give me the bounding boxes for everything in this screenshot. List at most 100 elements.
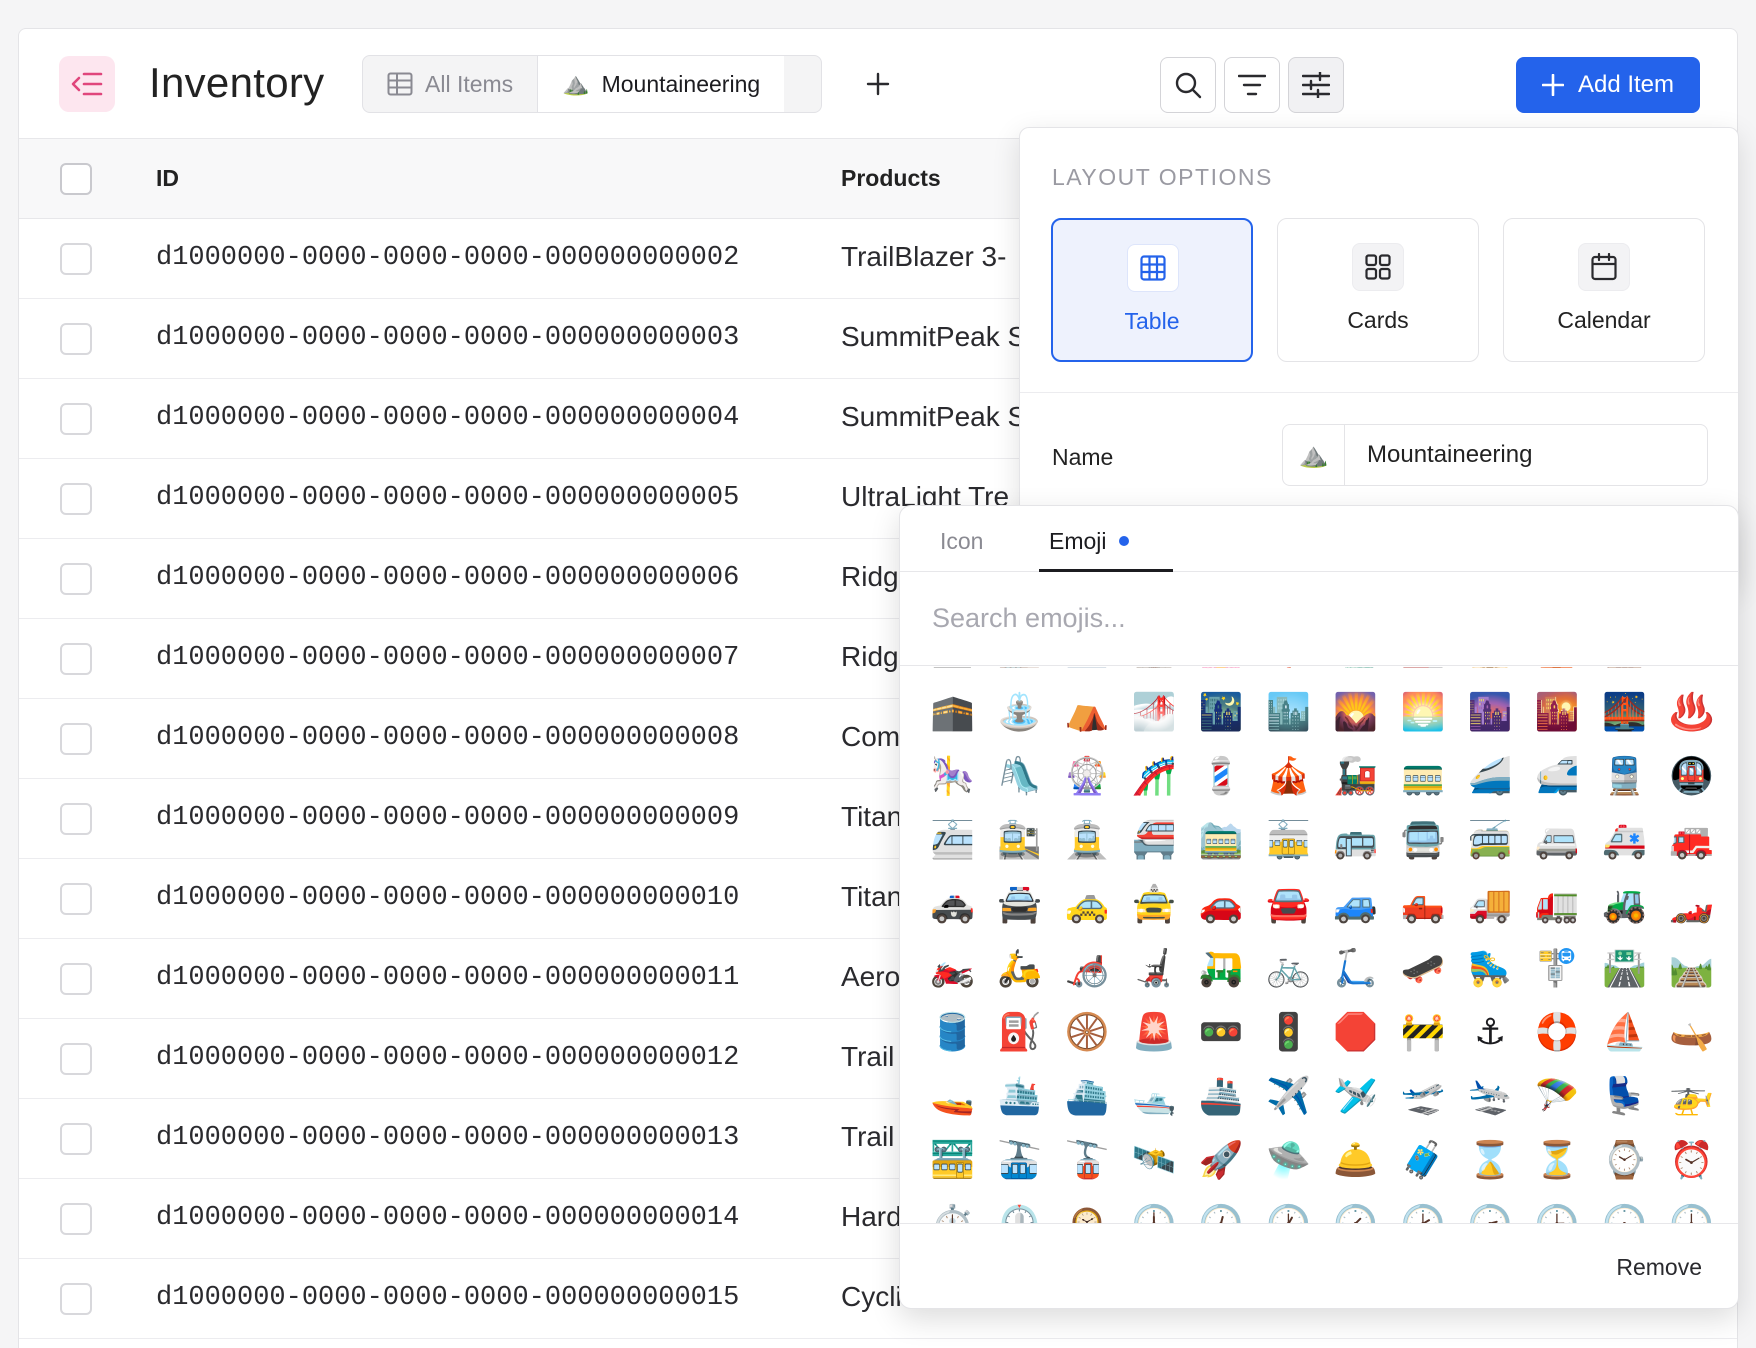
emoji-option[interactable]: ⏳ <box>1524 1129 1591 1193</box>
emoji-option[interactable]: 🚛 <box>1524 873 1591 937</box>
emoji-option[interactable]: 🛥️ <box>1121 1065 1188 1129</box>
search-button[interactable] <box>1160 57 1216 113</box>
add-item-button[interactable]: Add Item <box>1516 57 1700 113</box>
row-checkbox[interactable] <box>60 563 92 595</box>
emoji-option[interactable]: 🏰 <box>1121 667 1188 681</box>
row-checkbox[interactable] <box>60 1203 92 1235</box>
emoji-option[interactable]: 🚞 <box>1188 809 1255 873</box>
row-checkbox[interactable] <box>60 1043 92 1075</box>
emoji-option[interactable]: 🛺 <box>1188 937 1255 1001</box>
emoji-option[interactable]: 🚠 <box>986 1129 1053 1193</box>
emoji-option[interactable]: 🚔 <box>986 873 1053 937</box>
row-checkbox[interactable] <box>60 483 92 515</box>
emoji-option[interactable]: 🗽 <box>1322 667 1389 681</box>
emoji-option[interactable]: 🚦 <box>1255 1001 1322 1065</box>
emoji-grid-scroll[interactable]: 🏢🏬🏛️🏰🏩🗼🗽🏭🕌🛕🕍⛩️ 🕋⛲⛺🌁🌃🏙️🌄🌅🌆🌇🌉♨️ 🎠🛝🎡🎢💈🎪🚂🚃🚄🚅🚆🚇… <box>900 667 1738 1223</box>
emoji-option[interactable]: 🛬 <box>1457 1065 1524 1129</box>
emoji-option[interactable]: 🚚 <box>1457 873 1524 937</box>
emoji-option[interactable]: 🕜 <box>1322 1193 1389 1223</box>
emoji-option[interactable]: 🏬 <box>986 667 1053 681</box>
emoji-option[interactable]: 🚂 <box>1322 745 1389 809</box>
row-checkbox[interactable] <box>60 243 92 275</box>
emoji-option[interactable]: 🌁 <box>1121 681 1188 745</box>
emoji-option[interactable]: 🚉 <box>986 809 1053 873</box>
emoji-option[interactable]: 🚆 <box>1591 745 1658 809</box>
emoji-option[interactable]: 🌆 <box>1457 681 1524 745</box>
emoji-option[interactable]: 🏎️ <box>1658 873 1725 937</box>
emoji-option[interactable]: 🛵 <box>986 937 1053 1001</box>
layout-option-table[interactable]: Table <box>1051 218 1253 362</box>
row-checkbox[interactable] <box>60 643 92 675</box>
emoji-option[interactable]: 🚐 <box>1524 809 1591 873</box>
emoji-option[interactable]: 🏙️ <box>1255 681 1322 745</box>
emoji-option[interactable]: ⏰ <box>1658 1129 1725 1193</box>
emoji-option[interactable]: 🛴 <box>1322 937 1389 1001</box>
emoji-option[interactable]: 🕍 <box>1591 667 1658 681</box>
tab-icon[interactable]: Icon <box>940 528 983 555</box>
emoji-option[interactable]: ⛵ <box>1591 1001 1658 1065</box>
emoji-option[interactable]: 🚄 <box>1457 745 1524 809</box>
row-checkbox[interactable] <box>60 803 92 835</box>
emoji-option[interactable]: 🚈 <box>919 809 986 873</box>
emoji-option[interactable]: 💺 <box>1591 1065 1658 1129</box>
emoji-option[interactable]: ✈️ <box>1255 1065 1322 1129</box>
emoji-option[interactable]: 🚧 <box>1389 1001 1456 1065</box>
emoji-option[interactable]: 🕛 <box>1121 1193 1188 1223</box>
column-header-products[interactable]: Products <box>841 165 941 192</box>
select-all-checkbox[interactable] <box>60 163 92 195</box>
emoji-option[interactable]: 🚇 <box>1658 745 1725 809</box>
emoji-option[interactable]: 🌅 <box>1389 681 1456 745</box>
emoji-option[interactable]: 🏍️ <box>919 937 986 1001</box>
filter-button[interactable] <box>1224 57 1280 113</box>
emoji-option[interactable]: 🛹 <box>1389 937 1456 1001</box>
emoji-option[interactable]: 🛞 <box>1053 1001 1120 1065</box>
row-checkbox[interactable] <box>60 723 92 755</box>
row-checkbox[interactable] <box>60 1123 92 1155</box>
emoji-option[interactable]: ⛩️ <box>1658 667 1725 681</box>
emoji-option[interactable]: ⚓ <box>1457 1001 1524 1065</box>
emoji-option[interactable]: 🚘 <box>1255 873 1322 937</box>
emoji-option[interactable]: 🛳️ <box>986 1065 1053 1129</box>
emoji-option[interactable]: 🛎️ <box>1322 1129 1389 1193</box>
emoji-option[interactable]: 🚅 <box>1524 745 1591 809</box>
row-checkbox[interactable] <box>60 1283 92 1315</box>
view-name-input[interactable]: Mountaineering <box>1345 425 1532 485</box>
emoji-option[interactable]: 🌄 <box>1322 681 1389 745</box>
layout-settings-button[interactable] <box>1288 57 1344 113</box>
emoji-option[interactable]: 💈 <box>1188 745 1255 809</box>
layout-option-cards[interactable]: Cards <box>1277 218 1479 362</box>
emoji-option[interactable]: 🌇 <box>1524 681 1591 745</box>
emoji-option[interactable]: ♨️ <box>1658 681 1725 745</box>
emoji-option[interactable]: 🚤 <box>919 1065 986 1129</box>
emoji-option[interactable]: 🚨 <box>1121 1001 1188 1065</box>
emoji-option[interactable]: 🚑 <box>1591 809 1658 873</box>
emoji-option[interactable]: 🕧 <box>1188 1193 1255 1223</box>
emoji-option[interactable]: 🎡 <box>1053 745 1120 809</box>
emoji-option[interactable]: 🚲 <box>1255 937 1322 1001</box>
emoji-option[interactable]: 🛩️ <box>1322 1065 1389 1129</box>
layout-option-calendar[interactable]: Calendar <box>1503 218 1705 362</box>
tab-emoji[interactable]: Emoji <box>1049 528 1129 555</box>
emoji-option[interactable]: 🗼 <box>1255 667 1322 681</box>
emoji-option[interactable]: 🛟 <box>1524 1001 1591 1065</box>
emoji-option[interactable]: 🚜 <box>1591 873 1658 937</box>
emoji-option[interactable]: ⌛ <box>1457 1129 1524 1193</box>
emoji-option[interactable]: 🚀 <box>1188 1129 1255 1193</box>
emoji-option[interactable]: 🦽 <box>1053 937 1120 1001</box>
emoji-option[interactable]: 🛸 <box>1255 1129 1322 1193</box>
emoji-option[interactable]: 🚟 <box>919 1129 986 1193</box>
emoji-option[interactable]: 🚗 <box>1188 873 1255 937</box>
emoji-option[interactable]: 🛝 <box>986 745 1053 809</box>
emoji-search-input[interactable] <box>932 596 1692 640</box>
emoji-option[interactable]: ⛽ <box>986 1001 1053 1065</box>
emoji-option[interactable]: ⛺ <box>1053 681 1120 745</box>
emoji-option[interactable]: 🛰️ <box>1121 1129 1188 1193</box>
emoji-option[interactable]: ⛲ <box>986 681 1053 745</box>
emoji-option[interactable]: 🚏 <box>1524 937 1591 1001</box>
emoji-option[interactable]: 🚎 <box>1457 809 1524 873</box>
emoji-option[interactable]: 🕑 <box>1389 1193 1456 1223</box>
row-checkbox[interactable] <box>60 403 92 435</box>
emoji-option[interactable]: 🚝 <box>1121 809 1188 873</box>
emoji-option[interactable]: 🏭 <box>1389 667 1456 681</box>
emoji-option[interactable]: 🕓 <box>1658 1193 1725 1223</box>
